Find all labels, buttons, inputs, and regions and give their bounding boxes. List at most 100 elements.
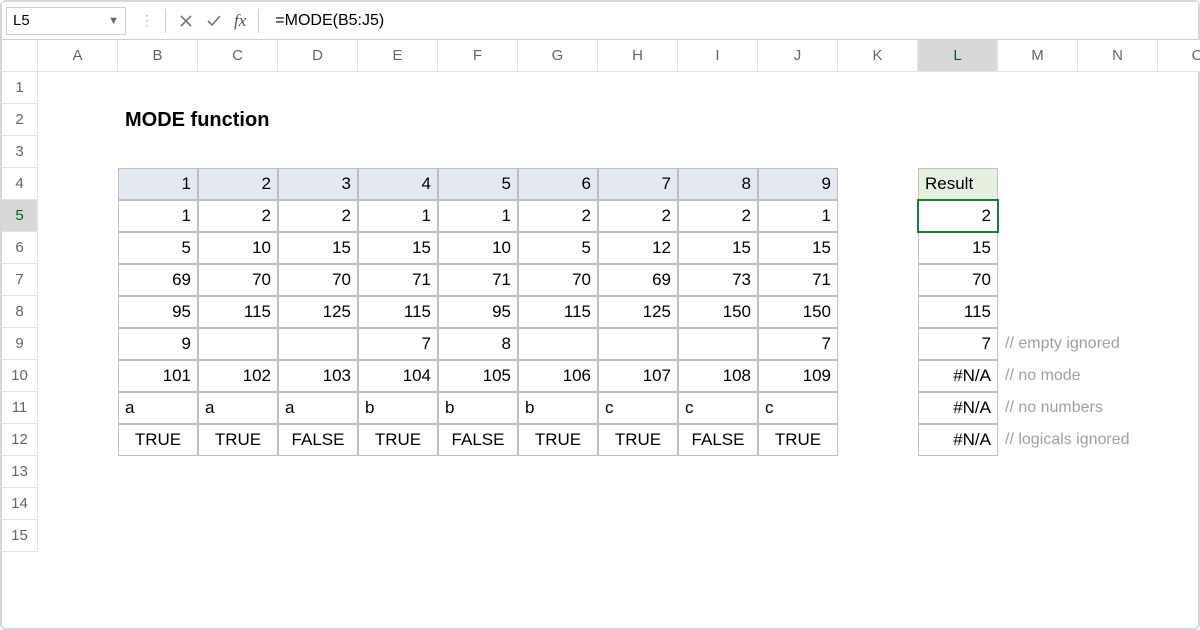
cell[interactable]: [38, 264, 118, 296]
cell[interactable]: 103: [278, 360, 358, 392]
row-header-6[interactable]: 6: [2, 232, 38, 264]
cell[interactable]: 2: [518, 200, 598, 232]
cell[interactable]: [278, 328, 358, 360]
comment[interactable]: // empty ignored: [998, 328, 1200, 360]
cell[interactable]: TRUE: [118, 424, 198, 456]
cell[interactable]: [838, 296, 918, 328]
cell[interactable]: a: [278, 392, 358, 424]
spreadsheet-grid[interactable]: A B C D E F G H I J K L M N O 1 2 MODE f…: [2, 40, 1198, 552]
cell[interactable]: #N/A: [918, 392, 998, 424]
cell[interactable]: [38, 168, 118, 200]
cell[interactable]: c: [678, 392, 758, 424]
row-header-3[interactable]: 3: [2, 136, 38, 168]
row-header-14[interactable]: 14: [2, 488, 38, 520]
cell[interactable]: 7: [358, 328, 438, 360]
table-header[interactable]: 9: [758, 168, 838, 200]
table-header[interactable]: 1: [118, 168, 198, 200]
cell[interactable]: 15: [278, 232, 358, 264]
cell[interactable]: 115: [518, 296, 598, 328]
cell[interactable]: [38, 72, 1200, 104]
cell[interactable]: TRUE: [358, 424, 438, 456]
cell[interactable]: 105: [438, 360, 518, 392]
cell[interactable]: 69: [118, 264, 198, 296]
cell[interactable]: 95: [438, 296, 518, 328]
cell[interactable]: [438, 104, 1200, 136]
cell[interactable]: [38, 200, 118, 232]
cell[interactable]: [38, 136, 1200, 168]
cell[interactable]: 115: [918, 296, 998, 328]
col-header-L[interactable]: L: [918, 40, 998, 72]
cell[interactable]: 104: [358, 360, 438, 392]
cell[interactable]: 5: [118, 232, 198, 264]
cell[interactable]: 1: [438, 200, 518, 232]
cell[interactable]: 8: [438, 328, 518, 360]
cell[interactable]: 1: [118, 200, 198, 232]
cell[interactable]: [38, 392, 118, 424]
cell[interactable]: 69: [598, 264, 678, 296]
cell[interactable]: 71: [758, 264, 838, 296]
chevron-down-icon[interactable]: ▼: [108, 15, 119, 27]
cell[interactable]: 115: [198, 296, 278, 328]
page-title[interactable]: MODE function: [118, 104, 438, 136]
cell[interactable]: 2: [598, 200, 678, 232]
row-header-7[interactable]: 7: [2, 264, 38, 296]
col-header-A[interactable]: A: [38, 40, 118, 72]
name-box[interactable]: L5 ▼: [6, 7, 126, 35]
cell[interactable]: 7: [758, 328, 838, 360]
col-header-J[interactable]: J: [758, 40, 838, 72]
cell[interactable]: 9: [118, 328, 198, 360]
cell[interactable]: a: [198, 392, 278, 424]
cell[interactable]: 95: [118, 296, 198, 328]
col-header-M[interactable]: M: [998, 40, 1078, 72]
formula-input[interactable]: [265, 8, 1198, 34]
cell[interactable]: 70: [518, 264, 598, 296]
cell[interactable]: [518, 328, 598, 360]
col-header-O[interactable]: O: [1158, 40, 1200, 72]
cell[interactable]: FALSE: [278, 424, 358, 456]
cell[interactable]: 115: [358, 296, 438, 328]
cell[interactable]: 150: [678, 296, 758, 328]
cell[interactable]: [598, 328, 678, 360]
col-header-K[interactable]: K: [838, 40, 918, 72]
cell[interactable]: [678, 328, 758, 360]
cell[interactable]: [838, 264, 918, 296]
col-header-H[interactable]: H: [598, 40, 678, 72]
cell[interactable]: [38, 360, 118, 392]
row-header-13[interactable]: 13: [2, 456, 38, 488]
row-header-10[interactable]: 10: [2, 360, 38, 392]
cell[interactable]: [838, 200, 918, 232]
selected-cell[interactable]: 2: [918, 200, 998, 232]
result-header[interactable]: Result: [918, 168, 998, 200]
cell[interactable]: [998, 200, 1200, 232]
table-header[interactable]: 7: [598, 168, 678, 200]
cell[interactable]: 2: [278, 200, 358, 232]
cell[interactable]: a: [118, 392, 198, 424]
cell[interactable]: TRUE: [198, 424, 278, 456]
cell[interactable]: 15: [678, 232, 758, 264]
cell[interactable]: [998, 296, 1200, 328]
cell[interactable]: 70: [278, 264, 358, 296]
cell[interactable]: [838, 232, 918, 264]
cell[interactable]: [38, 520, 1200, 552]
cell[interactable]: c: [758, 392, 838, 424]
cell[interactable]: FALSE: [438, 424, 518, 456]
cell[interactable]: [38, 328, 118, 360]
cell[interactable]: 125: [278, 296, 358, 328]
col-header-C[interactable]: C: [198, 40, 278, 72]
cell[interactable]: [998, 264, 1200, 296]
cell[interactable]: [998, 232, 1200, 264]
comment[interactable]: // no numbers: [998, 392, 1200, 424]
select-all-corner[interactable]: [2, 40, 38, 72]
cell[interactable]: 2: [678, 200, 758, 232]
row-header-4[interactable]: 4: [2, 168, 38, 200]
col-header-G[interactable]: G: [518, 40, 598, 72]
cell[interactable]: 5: [518, 232, 598, 264]
cell[interactable]: 1: [358, 200, 438, 232]
cell[interactable]: [38, 424, 118, 456]
cell[interactable]: 150: [758, 296, 838, 328]
table-header[interactable]: 2: [198, 168, 278, 200]
cell[interactable]: TRUE: [518, 424, 598, 456]
cell[interactable]: #N/A: [918, 424, 998, 456]
row-header-8[interactable]: 8: [2, 296, 38, 328]
cell[interactable]: [838, 168, 918, 200]
